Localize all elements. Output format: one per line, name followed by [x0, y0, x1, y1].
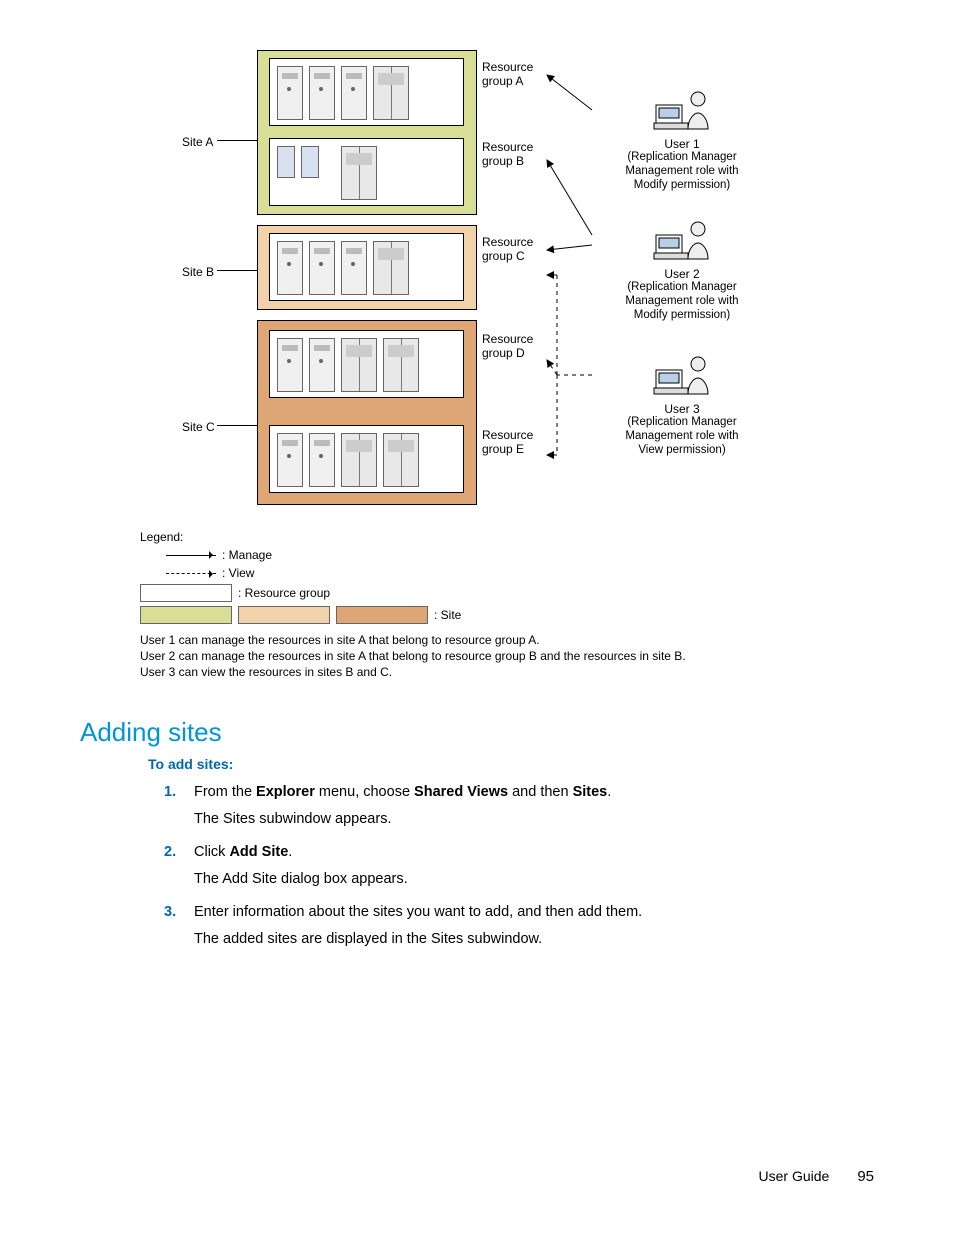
- user-2-role: (Replication Manager Management role wit…: [587, 281, 777, 322]
- section-heading: Adding sites: [80, 717, 874, 748]
- legend-resgroup: : Resource group: [238, 586, 330, 600]
- user-computer-icon: [652, 85, 712, 135]
- user-computer-icon: [652, 350, 712, 400]
- user-1-name: User 1: [587, 137, 777, 151]
- resource-group-b-label: Resource group B: [482, 140, 533, 168]
- step-1: 1. From the Explorer menu, choose Shared…: [164, 782, 874, 830]
- servers-icon: [277, 146, 377, 200]
- step-number: 2.: [164, 842, 176, 863]
- legend-view: : View: [222, 566, 254, 580]
- page-number: 95: [857, 1168, 874, 1185]
- note-line: User 1 can manage the resources in site …: [140, 632, 814, 648]
- legend-manage: : Manage: [222, 548, 272, 562]
- permissions-diagram: Site A Site B Site C Resource group A Re…: [157, 40, 797, 520]
- servers-icon: [277, 241, 409, 295]
- site-swatch: [140, 606, 232, 624]
- step-2: 2. Click Add Site. The Add Site dialog b…: [164, 842, 874, 890]
- dashed-arrow-icon: [166, 573, 216, 574]
- user-3-block: User 3 (Replication Manager Management r…: [587, 350, 777, 457]
- diagram-notes: User 1 can manage the resources in site …: [140, 632, 814, 681]
- step-result: The Add Site dialog box appears.: [194, 869, 874, 890]
- user-computer-icon: [652, 215, 712, 265]
- resource-group-a-label: Resource group A: [482, 60, 533, 88]
- legend-site: : Site: [434, 608, 461, 622]
- solid-arrow-icon: [166, 555, 216, 556]
- resource-group-e-label: Resource group E: [482, 428, 533, 456]
- user-1-role: (Replication Manager Management role wit…: [587, 151, 777, 192]
- step-number: 1.: [164, 782, 176, 803]
- footer-label: User Guide: [759, 1168, 830, 1184]
- site-b-label: Site B: [182, 265, 214, 279]
- user-3-name: User 3: [587, 402, 777, 416]
- user-3-role: (Replication Manager Management role wit…: [587, 416, 777, 457]
- step-result: The Sites subwindow appears.: [194, 809, 874, 830]
- step-text: Enter information about the sites you wa…: [194, 904, 642, 920]
- site-swatch: [238, 606, 330, 624]
- user-2-block: User 2 (Replication Manager Management r…: [587, 215, 777, 322]
- step-3: 3. Enter information about the sites you…: [164, 902, 874, 950]
- servers-icon: [277, 338, 419, 392]
- step-number: 3.: [164, 902, 176, 923]
- site-swatch: [336, 606, 428, 624]
- page-footer: User Guide 95: [759, 1168, 875, 1185]
- legend: Legend: : Manage : View : Resource group…: [140, 530, 814, 624]
- servers-icon: [277, 66, 409, 120]
- site-a-label: Site A: [182, 135, 213, 149]
- procedure-subhead: To add sites:: [148, 756, 874, 772]
- note-line: User 2 can manage the resources in site …: [140, 648, 814, 664]
- resource-group-swatch: [140, 584, 232, 602]
- resource-group-d-label: Resource group D: [482, 332, 533, 360]
- site-c-label: Site C: [182, 420, 215, 434]
- servers-icon: [277, 433, 419, 487]
- user-1-block: User 1 (Replication Manager Management r…: [587, 85, 777, 192]
- procedure-steps: 1. From the Explorer menu, choose Shared…: [164, 782, 874, 950]
- step-result: The added sites are displayed in the Sit…: [194, 929, 874, 950]
- resource-group-c-label: Resource group C: [482, 235, 533, 263]
- step-text: Click Add Site.: [194, 844, 292, 860]
- step-text: From the Explorer menu, choose Shared Vi…: [194, 784, 611, 800]
- user-2-name: User 2: [587, 267, 777, 281]
- note-line: User 3 can view the resources in sites B…: [140, 664, 814, 680]
- legend-title: Legend:: [140, 530, 814, 544]
